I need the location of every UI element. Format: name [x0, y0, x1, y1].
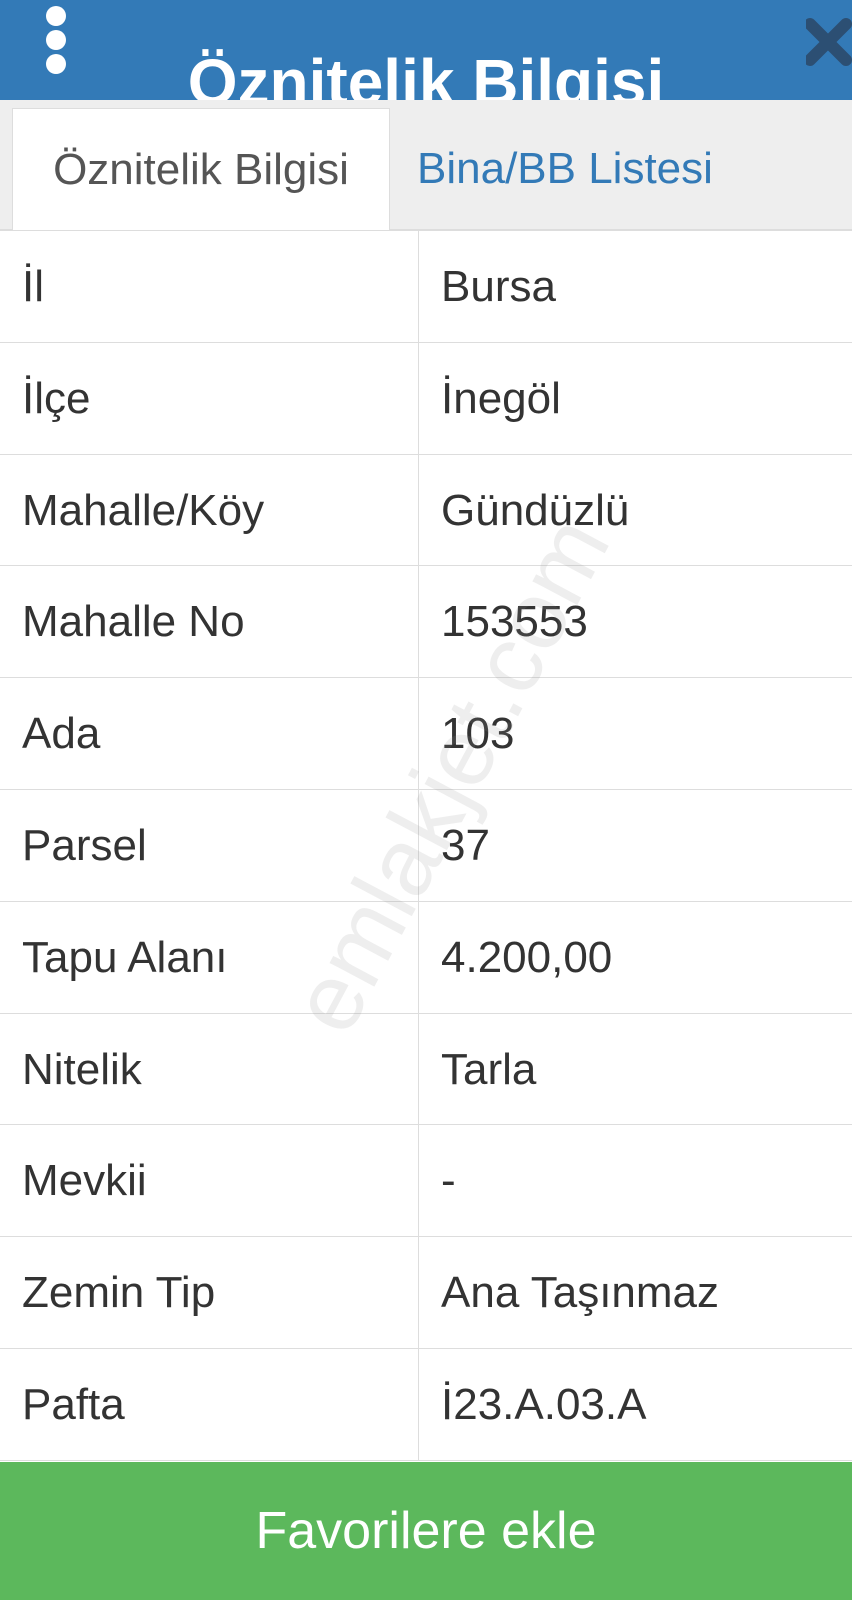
table-row: Ada 103: [0, 678, 852, 790]
row-value: 103: [441, 709, 515, 759]
menu-dot: [46, 6, 66, 26]
table-row: İlçe İnegöl: [0, 342, 852, 455]
table-row: Zemin Tip Ana Taşınmaz: [0, 1237, 852, 1349]
row-label: Zemin Tip: [0, 1237, 419, 1348]
tab-oznitelik-bilgisi[interactable]: Öznitelik Bilgisi: [12, 108, 390, 230]
modal-title: Öznitelik Bilgisi: [187, 46, 665, 100]
row-label: Pafta: [0, 1348, 419, 1460]
table-row: İl Bursa: [0, 231, 852, 343]
table-row: Parsel 37: [0, 789, 852, 902]
add-favorite-button[interactable]: Favorilere ekle: [0, 1462, 852, 1600]
row-label: Mahalle/Köy: [0, 454, 419, 566]
row-label: İlçe: [0, 342, 419, 454]
table-row: Pafta İ23.A.03.A: [0, 1348, 852, 1461]
table-row: Mahalle No 153553: [0, 566, 852, 679]
row-label: Nitelik: [0, 1013, 419, 1125]
table-row: Tapu Alanı 4.200,00: [0, 901, 852, 1014]
row-value: 153553: [441, 597, 588, 647]
modal-header: Öznitelik Bilgisi: [0, 0, 852, 100]
table-row: Mevkii -: [0, 1125, 852, 1238]
row-label: Ada: [0, 678, 419, 789]
row-value: İ23.A.03.A: [441, 1379, 647, 1429]
row-value: 37: [441, 820, 490, 870]
tab-bina-bb-listesi[interactable]: Bina/BB Listesi: [417, 108, 713, 230]
row-value: Gündüzlü: [441, 485, 630, 535]
attribute-table: İl Bursa İlçe İnegöl Mahalle/Köy Gündüzl…: [0, 230, 852, 1461]
close-icon[interactable]: [806, 12, 852, 74]
table-row: Nitelik Tarla: [0, 1013, 852, 1126]
row-value: Tarla: [441, 1044, 537, 1094]
row-value: -: [441, 1156, 456, 1206]
row-label: Parsel: [0, 789, 419, 901]
row-label: Tapu Alanı: [0, 901, 419, 1013]
row-value: Ana Taşınmaz: [441, 1268, 720, 1318]
row-value: 4.200,00: [441, 932, 613, 982]
row-label: İl: [0, 231, 419, 342]
row-label: Mahalle No: [0, 566, 419, 678]
row-label: Mevkii: [0, 1125, 419, 1237]
row-value: İnegöl: [441, 373, 561, 423]
table-row: Mahalle/Köy Gündüzlü: [0, 454, 852, 567]
tab-bar: Öznitelik Bilgisi Bina/BB Listesi: [0, 100, 852, 230]
row-value: Bursa: [441, 262, 556, 311]
